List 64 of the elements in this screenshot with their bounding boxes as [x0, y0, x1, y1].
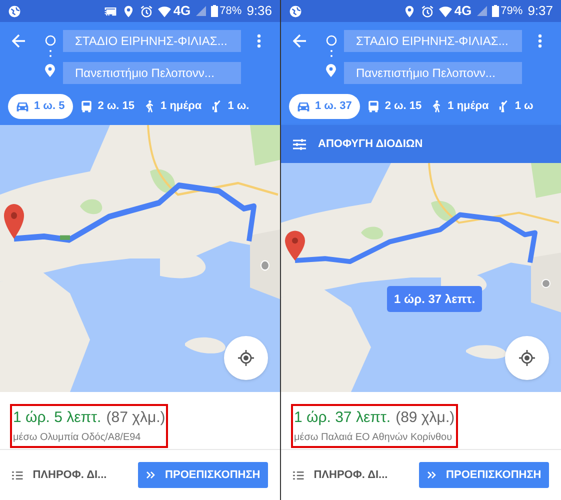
travel-mode-tab[interactable]: 1 ω. — [208, 94, 250, 119]
route-via: μέσω Ολυμπία Οδός/Α8/Ε94 — [13, 430, 142, 444]
sliders-icon — [293, 138, 306, 150]
cast-icon — [104, 4, 118, 18]
destination-field[interactable]: Πανεπιστήμιο Πελοπονν... — [63, 62, 241, 84]
wifi-icon — [439, 4, 452, 18]
avoid-tolls-bar[interactable]: ΑΠΟΦΥΓΗ ΔΙΟΔΙΩΝ — [281, 125, 561, 163]
double-chevron-icon — [146, 471, 156, 479]
car-icon — [297, 100, 310, 113]
route-distance: (89 χλμ.) — [396, 408, 455, 428]
alarm-icon — [140, 4, 154, 18]
location-icon — [122, 4, 136, 18]
signal-icon — [476, 6, 487, 16]
destination-pin-icon — [45, 64, 55, 77]
travel-mode-tab[interactable]: 1 ω — [496, 94, 534, 119]
clock-time: 9:36 — [246, 2, 272, 20]
my-location-icon — [238, 350, 254, 366]
network-type: 4G — [454, 2, 472, 20]
bus-icon — [80, 100, 93, 113]
hailing-person-icon — [210, 100, 223, 113]
battery-percent: 79% — [500, 4, 523, 19]
signal-icon — [196, 6, 206, 16]
route-duration: 1 ώρ. 5 λεπτ. — [13, 408, 102, 428]
battery-icon — [492, 5, 499, 17]
route-via: μέσω Παλαιά ΕΟ Αθηνών Κορίνθου — [294, 430, 454, 444]
travel-mode-tab[interactable]: 1 ω. 5 — [8, 94, 73, 119]
list-icon — [12, 470, 23, 480]
origin-field[interactable]: ΣΤΑΔΙΟ ΕΙΡΗΝΗΣ-ΦΙΛΙΑΣ... — [63, 30, 241, 52]
clock-time: 9:37 — [528, 2, 553, 20]
alarm-icon — [421, 4, 434, 18]
list-icon — [293, 470, 304, 480]
globe-icon — [289, 4, 302, 18]
origin-field[interactable]: ΣΤΑΔΙΟ ΕΙΡΗΝΗΣ-ΦΙΛΙΑΣ... — [344, 30, 522, 52]
origin-circle-icon — [326, 35, 336, 46]
travel-mode-tab[interactable]: 2 ω. 15 — [78, 94, 136, 119]
destination-field[interactable]: Πανεπιστήμιο Πελοπονν... — [344, 62, 522, 84]
travel-mode-tab[interactable]: 1 ημέρα — [142, 94, 203, 119]
location-icon — [403, 4, 416, 18]
travel-mode-tab[interactable]: 1 ημέρα — [428, 94, 490, 119]
car-icon — [16, 100, 29, 113]
origin-circle-icon — [44, 35, 56, 46]
bus-icon — [366, 100, 380, 113]
battery-icon — [210, 5, 218, 17]
my-location-icon — [519, 350, 535, 366]
travel-mode-tab[interactable]: 1 ω. 37 — [289, 94, 360, 119]
back-arrow-icon — [12, 34, 26, 48]
double-chevron-icon — [427, 471, 436, 479]
destination-pin-icon — [326, 64, 336, 77]
wifi-icon — [158, 4, 172, 18]
battery-percent: 78% — [220, 4, 242, 19]
preview-button[interactable]: ΠΡΟΕΠΙΣΚΟΠΗΣΗ — [138, 462, 268, 488]
network-type: 4G — [173, 2, 191, 20]
travel-mode-tab[interactable]: 2 ω. 15 — [366, 94, 423, 119]
preview-button[interactable]: ΠΡΟΕΠΙΣΚΟΠΗΣΗ — [419, 462, 549, 488]
hailing-person-icon — [496, 100, 510, 113]
route-duration: 1 ώρ. 37 λεπτ. — [294, 408, 391, 428]
route-time-callout: 1 ώρ. 37 λεπτ. — [387, 286, 482, 312]
details-button[interactable]: ΠΛΗΡΟΦ. ΔΙ... — [32, 466, 128, 484]
more-options-icon — [538, 34, 542, 48]
route-distance: (87 χλμ.) — [106, 408, 166, 428]
back-arrow-icon — [293, 34, 307, 48]
more-options-icon — [257, 34, 261, 48]
details-button[interactable]: ΠΛΗΡΟΦ. ΔΙ... — [314, 466, 410, 484]
globe-icon — [8, 4, 21, 18]
